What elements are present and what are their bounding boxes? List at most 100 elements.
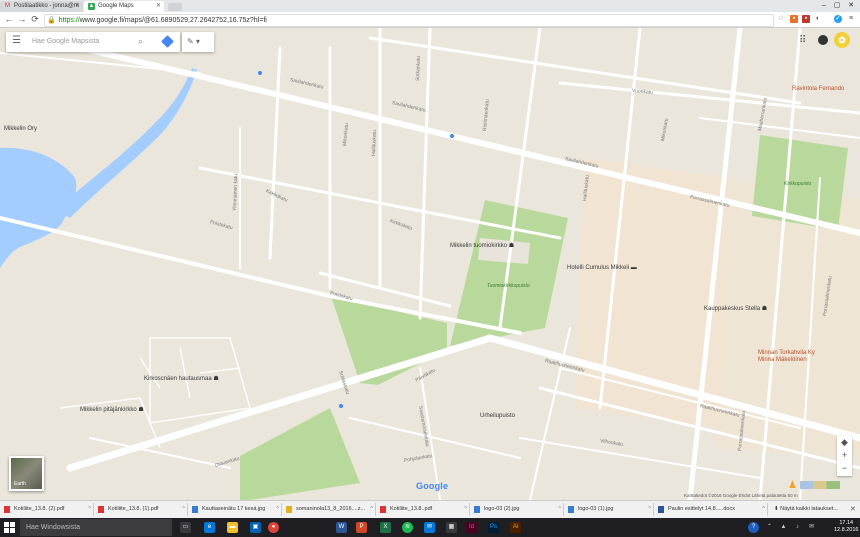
extension-icon[interactable]: ▪	[802, 15, 810, 23]
image-file-icon	[474, 506, 480, 513]
bookmark-star-icon[interactable]: ☆	[777, 15, 785, 23]
chevron-up-icon[interactable]: ^	[648, 503, 651, 516]
street-label: Hallituskatu	[371, 130, 378, 157]
back-button[interactable]: ←	[4, 13, 14, 26]
extension-icon[interactable]: ✓	[834, 15, 842, 23]
park-area	[240, 408, 360, 500]
file-explorer-icon[interactable]: ▬	[227, 522, 238, 533]
spotify-icon[interactable]: ≋	[402, 522, 413, 533]
close-downloads-icon[interactable]: ✕	[850, 503, 856, 516]
pencil-icon: ✎ ▾	[187, 37, 200, 46]
forward-button[interactable]: →	[17, 13, 27, 26]
close-tab-icon[interactable]: ✕	[156, 1, 161, 12]
tab-label: Postilaatikko - jonna@m	[14, 3, 79, 9]
poi-hotel-cumulus[interactable]: Hotelli Cumulus Mikkeli ▬	[567, 265, 637, 271]
poi-ravintola-fernando[interactable]: Ravintola Fernando	[792, 86, 844, 92]
chevron-up-icon[interactable]: ^	[88, 503, 91, 516]
zoom-in-button[interactable]: +	[837, 449, 852, 462]
menu-icon[interactable]: ☰	[12, 35, 21, 46]
chevron-up-icon[interactable]: ^	[464, 503, 467, 516]
directions-icon[interactable]	[161, 35, 174, 48]
photoshop-icon[interactable]: Ps	[488, 522, 499, 533]
zoom-out-button[interactable]: −	[837, 462, 852, 475]
maps-search-input[interactable]: Hae Google Mapsista	[32, 38, 99, 45]
pdf-file-icon	[380, 506, 386, 513]
gmail-icon: M	[5, 3, 10, 9]
address-bar[interactable]: 🔒 https://www.google.fi/maps/@61.6890529,…	[44, 14, 774, 27]
download-item[interactable]: Kotiliite_13.8. (1).pdf ^	[96, 503, 188, 516]
extension-icon[interactable]: ▪	[790, 15, 798, 23]
chevron-up-icon[interactable]: ^	[182, 503, 185, 516]
chevron-up-icon[interactable]: ^	[276, 503, 279, 516]
mail-icon[interactable]: ✉	[424, 522, 435, 533]
download-item[interactable]: logo-03 (1).jpg ^	[566, 503, 654, 516]
tab-gmail[interactable]: M Postilaatikko - jonna@m ✕	[0, 1, 83, 12]
search-icon[interactable]: ⌕	[138, 36, 143, 47]
map-canvas[interactable]: Mikkelin tuomiokirkko ☗ Hotelli Cumulus …	[0, 28, 860, 500]
maximize-button[interactable]: ▢	[831, 0, 843, 12]
system-clock[interactable]: 17.14 12.8.2016	[834, 520, 858, 534]
my-maps-button[interactable]: ✎ ▾	[182, 32, 214, 52]
task-view-icon[interactable]: ▭	[180, 522, 191, 533]
zip-file-icon	[286, 506, 292, 513]
word-file-icon	[658, 506, 664, 513]
poi-minnan-torkahvila[interactable]: Minnan Torkahvila Ky Minna Mäkelöinen	[758, 350, 815, 364]
download-item[interactable]: Paulin esittelyt 14.8.....docx ^	[656, 503, 768, 516]
earth-label: Earth	[14, 481, 26, 487]
chevron-up-icon[interactable]: ^	[558, 503, 561, 516]
chrome-icon[interactable]: ●	[268, 522, 279, 533]
download-item[interactable]: Kotiliite_13.8..pdf ^	[378, 503, 470, 516]
poi-tuomiokirkko[interactable]: Mikkelin tuomiokirkko ☗	[450, 242, 514, 249]
chevron-up-icon[interactable]: ^	[762, 503, 765, 516]
apps-grid-icon[interactable]: ⠿	[799, 35, 806, 46]
chrome-menu-icon[interactable]: ≡	[847, 15, 855, 23]
calculator-icon[interactable]: ▦	[446, 522, 457, 533]
word-icon[interactable]: W	[336, 522, 347, 533]
help-icon[interactable]: ?	[748, 522, 759, 533]
lock-icon: 🔒	[47, 17, 56, 24]
maps-search-box[interactable]: ☰ Hae Google Mapsista ⌕	[6, 32, 180, 52]
new-tab-button[interactable]	[168, 3, 182, 11]
pdf-file-icon	[98, 506, 104, 513]
tray-expand-icon[interactable]: ⌃	[764, 522, 775, 533]
minimize-button[interactable]: –	[818, 0, 830, 12]
notification-center-icon[interactable]: ✉	[806, 522, 817, 533]
reload-button[interactable]: ⟳	[30, 13, 40, 26]
windows-search-input[interactable]: Hae Windowsista	[20, 519, 172, 536]
clock-time: 17.14	[839, 520, 854, 526]
store-icon[interactable]: ▣	[250, 522, 261, 533]
download-item[interactable]: Kauttaseinätu 17 kesä.jpg ^	[190, 503, 282, 516]
edge-icon[interactable]: e	[204, 522, 215, 533]
extension-icon[interactable]: ◐	[814, 15, 822, 23]
avatar[interactable]: ✿	[834, 32, 850, 48]
poi-stella[interactable]: Kauppakeskus Stella ☗	[704, 305, 767, 312]
excel-icon[interactable]: X	[380, 522, 391, 533]
download-item[interactable]: Kotiliite_13.8. (2).pdf ^	[2, 503, 94, 516]
url-text: www.google.fi/maps/@61.6890529,27.264275…	[79, 17, 267, 24]
close-tab-icon[interactable]: ✕	[75, 1, 80, 12]
imagery-thumbnails[interactable]	[800, 481, 840, 489]
download-icon: ⬇	[774, 506, 779, 512]
close-window-button[interactable]: ✕	[845, 0, 857, 12]
poi-urheilupuisto[interactable]: Urheilupuisto	[480, 413, 515, 419]
poi-mikkelin-ory[interactable]: Mikkelin Ory	[4, 126, 37, 132]
park-label: Tuomiokirkkopuisto	[487, 283, 530, 289]
show-all-downloads-link[interactable]: ⬇ Näytä kaikki lataukset...	[774, 503, 838, 516]
clock-date: 12.8.2016	[834, 527, 859, 533]
windows-start-icon[interactable]	[4, 522, 15, 533]
compass-icon[interactable]: ◆	[837, 436, 852, 449]
download-item[interactable]: logo-03 (2).jpg ^	[472, 503, 564, 516]
indesign-icon[interactable]: Id	[466, 522, 477, 533]
download-item[interactable]: somaninola13_8_2016....z... ^	[284, 503, 376, 516]
tab-google-maps[interactable]: ▲ Google Maps ✕	[84, 1, 164, 12]
chevron-up-icon[interactable]: ^	[370, 503, 373, 516]
network-icon[interactable]: ▲	[778, 522, 789, 533]
pegman-icon[interactable]: ♟	[788, 480, 797, 491]
poi-pitajankirkko[interactable]: Mikkelin pitäjänkirkko ☗	[80, 406, 144, 413]
notifications-icon[interactable]	[818, 35, 828, 45]
poi-hautausmaa[interactable]: Kirkoscnäen hautausmaa ☗	[144, 375, 219, 382]
illustrator-icon[interactable]: Ai	[510, 522, 521, 533]
volume-icon[interactable]: ♪	[792, 522, 803, 533]
earth-view-toggle[interactable]: Earth	[9, 456, 44, 491]
powerpoint-icon[interactable]: P	[356, 522, 367, 533]
